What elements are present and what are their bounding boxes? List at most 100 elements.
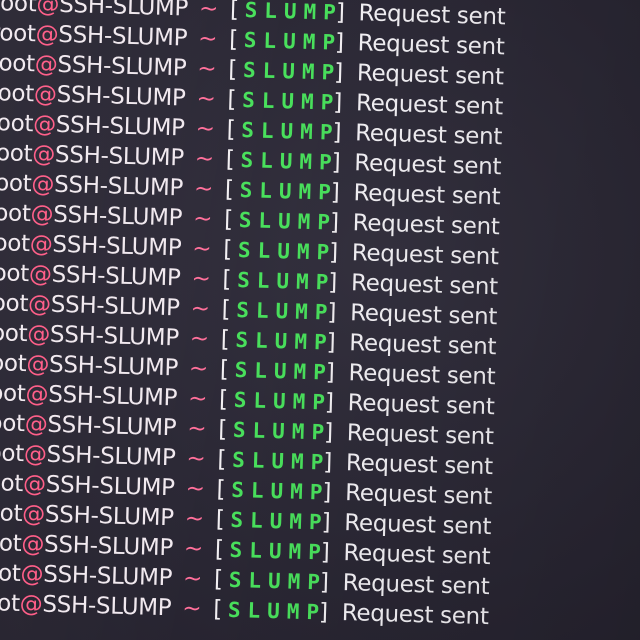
prompt-user: root <box>0 439 25 468</box>
status-message: Request sent <box>348 360 496 391</box>
tag-label: SLUMP <box>227 597 327 625</box>
prompt-path: ~ <box>192 205 213 233</box>
prompt-path: ~ <box>198 0 219 23</box>
prompt-at-sign: @ <box>21 531 45 558</box>
prompt-user: root <box>0 289 29 318</box>
prompt-user: root <box>0 169 32 198</box>
prompt-path: ~ <box>185 475 205 503</box>
prompt-host: SSH-SLUMP <box>55 111 186 142</box>
tag-label: SLUMP <box>233 387 333 415</box>
prompt-at-sign: @ <box>23 441 47 468</box>
status-message: Request sent <box>341 600 489 631</box>
prompt-path: ~ <box>184 505 205 533</box>
prompt-host: SSH-SLUMP <box>45 471 176 502</box>
prompt-at-sign: @ <box>36 0 60 18</box>
prompt-at-sign: @ <box>26 351 50 378</box>
tag-label: SLUMP <box>236 267 336 295</box>
tag-bracket-close: ] <box>326 329 336 356</box>
prompt-host: SSH-SLUMP <box>52 231 182 262</box>
tag-bracket-close: ] <box>333 59 344 86</box>
prompt-user: root <box>0 259 30 288</box>
prompt-host: SSH-SLUMP <box>57 21 188 52</box>
prompt-host: SSH-SLUMP <box>54 141 185 172</box>
tag-bracket-close: ] <box>335 0 345 26</box>
prompt-path: ~ <box>182 565 203 593</box>
status-message: Request sent <box>347 390 495 421</box>
prompt-user: root <box>0 499 23 528</box>
prompt-host: SSH-SLUMP <box>44 501 175 532</box>
terminal-output: root @ SSH-SLUMP ~[SLUMP] Request sent root @ S… <box>0 0 506 632</box>
status-message: Request sent <box>358 0 506 31</box>
prompt-path: ~ <box>181 595 202 623</box>
prompt-at-sign: @ <box>30 201 54 228</box>
tag-label: SLUMP <box>244 0 344 25</box>
prompt-host: SSH-SLUMP <box>49 321 180 352</box>
prompt-host: SSH-SLUMP <box>53 171 184 202</box>
prompt-at-sign: @ <box>29 231 53 258</box>
tag-bracket-close: ] <box>330 179 340 206</box>
prompt-path: ~ <box>186 415 207 443</box>
status-message: Request sent <box>353 180 501 211</box>
prompt-host: SSH-SLUMP <box>47 411 177 442</box>
tag-label: SLUMP <box>242 58 342 85</box>
prompt-path: ~ <box>189 325 210 353</box>
prompt-at-sign: @ <box>28 261 53 288</box>
prompt-path: ~ <box>191 265 211 293</box>
tag-bracket-close: ] <box>327 269 338 296</box>
prompt-path: ~ <box>191 235 212 263</box>
prompt-at-sign: @ <box>35 21 59 48</box>
terminal-window[interactable]: root @ SSH-SLUMP ~[SLUMP] Request sent root @ S… <box>0 0 640 640</box>
tag-bracket-close: ] <box>321 509 331 536</box>
status-message: Request sent <box>349 300 498 331</box>
tag-bracket-close: ] <box>325 359 335 386</box>
prompt-path: ~ <box>187 385 208 413</box>
tag-bracket-close: ] <box>333 89 343 116</box>
tag-bracket-close: ] <box>329 209 340 236</box>
tag-bracket-close: ] <box>324 389 335 416</box>
tag-label: SLUMP <box>243 28 343 55</box>
prompt-host: SSH-SLUMP <box>42 591 172 622</box>
prompt-path: ~ <box>190 295 211 323</box>
prompt-user: root <box>0 199 31 228</box>
tag-label: SLUMP <box>230 507 329 535</box>
tag-label: SLUMP <box>228 567 328 595</box>
status-message: Request sent <box>346 420 495 451</box>
prompt-at-sign: @ <box>21 501 46 528</box>
prompt-host: SSH-SLUMP <box>42 561 173 592</box>
status-message: Request sent <box>343 540 491 571</box>
tag-label: SLUMP <box>232 417 332 445</box>
status-message: Request sent <box>352 210 500 241</box>
prompt-path: ~ <box>193 175 214 203</box>
tag-bracket-close: ] <box>320 539 330 566</box>
tag-bracket-close: ] <box>323 419 334 446</box>
prompt-at-sign: @ <box>34 51 58 78</box>
prompt-user: root <box>0 49 36 78</box>
prompt-path: ~ <box>197 55 217 83</box>
prompt-user: root <box>0 529 22 558</box>
status-message: Request sent <box>343 510 492 541</box>
status-message: Request sent <box>350 270 499 301</box>
prompt-at-sign: @ <box>20 561 44 588</box>
tag-label: SLUMP <box>235 297 335 325</box>
prompt-user: root <box>0 409 26 438</box>
tag-label: SLUMP <box>239 177 339 205</box>
status-message: Request sent <box>354 150 502 181</box>
status-message: Request sent <box>354 120 503 151</box>
tag-bracket-close: ] <box>327 299 337 326</box>
tag-label: SLUMP <box>230 477 330 505</box>
prompt-host: SSH-SLUMP <box>56 81 186 112</box>
prompt-user: root <box>0 229 31 258</box>
tag-bracket-close: ] <box>328 239 339 266</box>
prompt-at-sign: @ <box>24 411 48 438</box>
prompt-at-sign: @ <box>19 591 43 618</box>
prompt-host: SSH-SLUMP <box>48 351 179 382</box>
status-message: Request sent <box>357 30 505 61</box>
prompt-at-sign: @ <box>25 381 49 408</box>
prompt-host: SSH-SLUMP <box>46 441 176 472</box>
tag-bracket-close: ] <box>318 599 329 626</box>
prompt-at-sign: @ <box>32 111 57 138</box>
tag-label: SLUMP <box>241 88 341 115</box>
status-message: Request sent <box>351 240 500 271</box>
prompt-user: root <box>0 79 35 108</box>
prompt-user: root <box>0 559 21 588</box>
